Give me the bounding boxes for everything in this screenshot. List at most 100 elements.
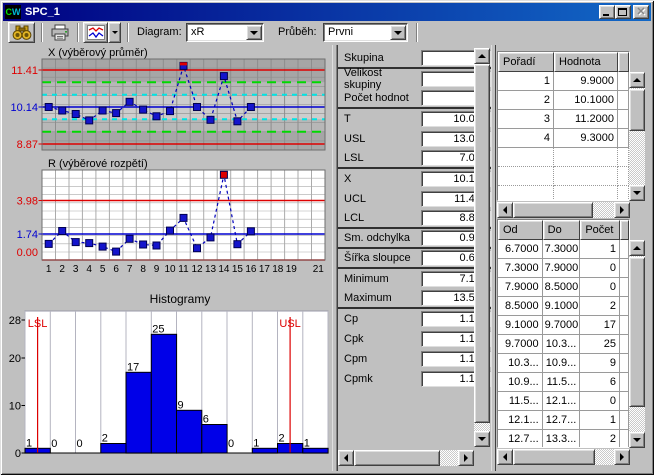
scroll-left-button[interactable]: [497, 449, 513, 465]
scroll-left-button[interactable]: [338, 450, 354, 466]
diagram-combobox-dropdown[interactable]: [246, 25, 262, 40]
data-point: [153, 242, 160, 249]
bar-count-label: 6: [203, 414, 209, 426]
search-button[interactable]: [8, 22, 35, 43]
axis-tick-label: 3.98: [17, 196, 38, 208]
out-of-control-marker: [220, 171, 227, 178]
table-row[interactable]: 11.5...12.1...0: [498, 392, 629, 411]
table-cell: 7.3000: [543, 240, 581, 259]
stat-label: USL: [344, 133, 421, 145]
table-empty-row[interactable]: [498, 148, 629, 167]
values-vertical-scrollbar[interactable]: [629, 72, 645, 201]
table-cell: 11.2000: [554, 110, 618, 129]
scroll-thumb[interactable]: [629, 89, 645, 131]
arrow-right-icon: [464, 454, 472, 462]
data-point: [113, 248, 120, 255]
table-cell: [554, 167, 618, 186]
scroll-down-button[interactable]: [629, 432, 645, 448]
table-cell: [618, 186, 629, 201]
table-row[interactable]: 12.7...13.3...2: [498, 430, 629, 448]
table-row[interactable]: 10.3...10.9...9: [498, 354, 629, 373]
stats-horizontal-scrollbar[interactable]: [338, 450, 474, 466]
bins-horizontal-scrollbar[interactable]: [497, 449, 630, 465]
printer-icon: [50, 24, 70, 41]
x-axis-label: 16: [245, 264, 257, 275]
table-cell: 1: [580, 411, 620, 430]
diagram-label: Diagram:: [137, 26, 182, 38]
values-horizontal-scrollbar[interactable]: [497, 202, 630, 218]
prubeh-combobox[interactable]: Prvni: [323, 23, 408, 42]
bar-count-label: 0: [228, 438, 234, 450]
stat-label: Cpk: [344, 333, 421, 345]
table-cell: 9.1000: [543, 297, 581, 316]
table-row[interactable]: 49.3000: [498, 129, 629, 148]
scroll-up-button[interactable]: [629, 72, 645, 88]
x-axis-label: 5: [100, 264, 106, 275]
table-row[interactable]: 19.9000: [498, 72, 629, 91]
diagram-combobox[interactable]: xR: [186, 23, 264, 42]
charts-panel: X (výběrový průměr)11.4110.148.87R (výbě…: [4, 45, 332, 471]
table-row[interactable]: 8.50009.10002: [498, 297, 629, 316]
table-row[interactable]: 12.1...12.7...1: [498, 411, 629, 430]
table-row[interactable]: 7.90008.50000: [498, 278, 629, 297]
scroll-thumb[interactable]: [629, 257, 645, 407]
table-cell: [620, 354, 629, 373]
table-cell: [620, 392, 629, 411]
window-title: SPC_1: [25, 6, 599, 18]
x-axis-label: 13: [205, 264, 217, 275]
table-row[interactable]: 311.2000: [498, 110, 629, 129]
scroll-down-button[interactable]: [629, 185, 645, 201]
table-row[interactable]: 10.9...11.5...6: [498, 373, 629, 392]
bins-vertical-scrollbar[interactable]: [629, 240, 645, 448]
prubeh-combobox-value: Prvni: [328, 26, 353, 38]
table-row[interactable]: 9.700010.3...25: [498, 335, 629, 354]
table-cell: 1: [580, 240, 620, 259]
scroll-right-button[interactable]: [614, 202, 630, 218]
column-header: Počet: [580, 220, 620, 240]
close-button[interactable]: ✕: [633, 5, 649, 19]
maximize-button[interactable]: [615, 5, 631, 19]
scroll-up-button[interactable]: [629, 240, 645, 256]
table-row[interactable]: 6.70007.30001: [498, 240, 629, 259]
scroll-right-button[interactable]: [614, 449, 630, 465]
arrow-right-icon: [620, 453, 628, 461]
arrow-left-icon: [340, 454, 348, 462]
table-cell: 8.5000: [498, 297, 543, 316]
chart-type-dropdown[interactable]: [108, 22, 121, 43]
stat-label: LSL: [344, 152, 421, 164]
stats-vertical-scrollbar[interactable]: [474, 48, 490, 447]
minimize-button[interactable]: [599, 5, 615, 19]
scroll-down-button[interactable]: [474, 431, 490, 447]
x-axis-label: 12: [191, 264, 203, 275]
scroll-right-button[interactable]: [458, 450, 474, 466]
table-row[interactable]: 7.30007.90000: [498, 259, 629, 278]
statistics-rows: SkupinaVelikost skupinyPočet hodnotT10.0…: [338, 49, 491, 389]
scroll-up-button[interactable]: [474, 48, 490, 64]
chart-type-button[interactable]: [83, 22, 108, 43]
data-point: [99, 107, 106, 114]
toolbar-separator: [77, 23, 79, 42]
table-row[interactable]: 210.1000: [498, 91, 629, 110]
table-cell: [618, 110, 629, 129]
prubeh-combobox-dropdown[interactable]: [390, 25, 406, 40]
print-button[interactable]: [47, 22, 73, 43]
table-row[interactable]: 9.10009.700017: [498, 316, 629, 335]
table-empty-row[interactable]: [498, 167, 629, 186]
scroll-thumb[interactable]: [474, 64, 490, 423]
table-cell: [618, 72, 629, 91]
scroll-thumb[interactable]: [513, 202, 593, 218]
table-cell: 2: [580, 297, 620, 316]
scroll-thumb[interactable]: [354, 450, 440, 466]
toolbar-separator: [127, 23, 129, 42]
title-bar[interactable]: CW SPC_1 ✕: [3, 3, 651, 21]
stat-label: Skupina: [344, 52, 421, 64]
stat-row: Sm. odchylka0.985: [338, 229, 491, 249]
x-axis-label: 19: [286, 264, 298, 275]
scroll-thumb[interactable]: [513, 449, 595, 465]
table-empty-row[interactable]: [498, 186, 629, 201]
table-cell: 10.9...: [543, 354, 581, 373]
data-point: [86, 240, 93, 247]
table-cell: [620, 411, 629, 430]
scroll-left-button[interactable]: [497, 202, 513, 218]
data-point: [247, 104, 254, 111]
